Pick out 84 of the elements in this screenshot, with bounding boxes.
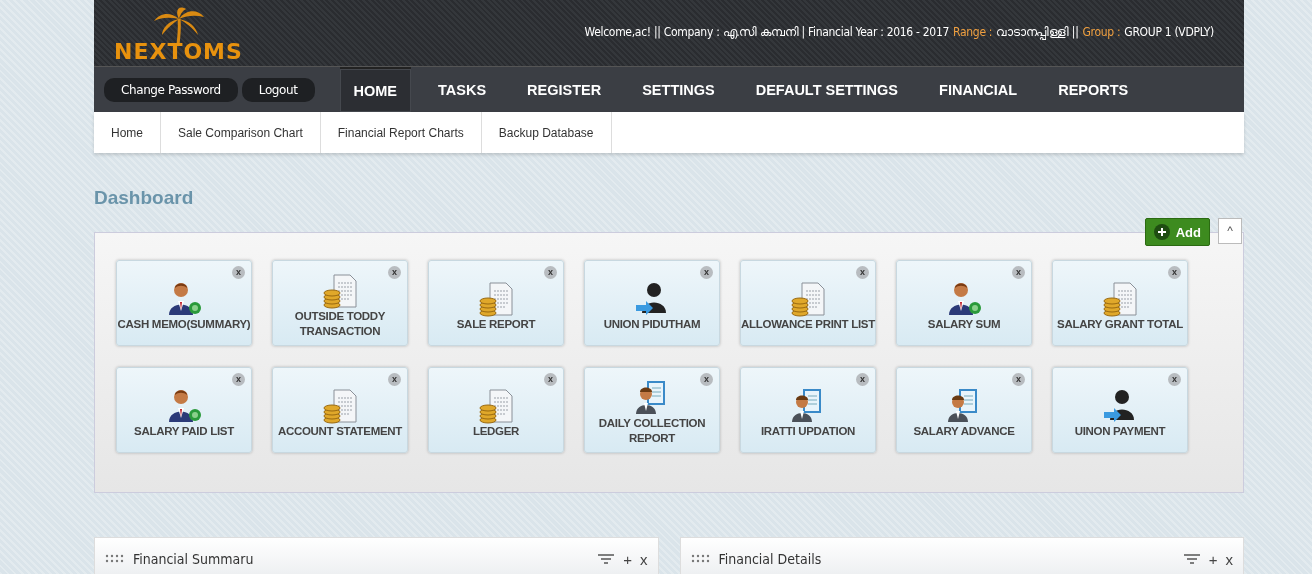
document-coins-icon [790,280,826,317]
expand-button[interactable]: + [1208,550,1218,568]
document-coins-icon [478,280,514,317]
close-button[interactable]: x [232,373,245,386]
tile-label: UINON PAYMENT [1074,423,1166,439]
dashboard-tile[interactable]: x SALE REPORT [428,260,564,346]
collapse-button[interactable]: ^ [1218,218,1242,244]
nav-tab[interactable]: REPORTS [1044,67,1143,112]
tile-label: ACCOUNT STATEMENT [277,423,403,439]
page-title: Dashboard [94,187,195,210]
tile-label: SALARY GRANT TOTAL [1057,316,1183,332]
dashboard-tile[interactable]: x SALARY ADVANCE [896,367,1032,453]
dashboard-tile[interactable]: x SALARY GRANT TOTAL [1052,260,1188,346]
drag-handle-icon [105,554,125,564]
close-button[interactable]: x [700,373,713,386]
nav-tab[interactable]: DEFAULT SETTINGS [741,67,913,112]
expand-button[interactable]: + [623,550,632,568]
tile-label: IRATTI UPDATION [760,423,856,439]
nav-tab[interactable]: REGISTER [513,67,616,112]
dashboard-tile[interactable]: x ALLOWANCE PRINT LIST [740,260,876,346]
document-coins-icon [478,387,514,424]
plus-icon [1153,224,1170,240]
close-button[interactable]: x [1225,550,1233,568]
dashboard-tile[interactable]: x UNION PIDUTHAM [584,260,720,346]
dashboard-tile[interactable]: x OUTSIDE TODDY TRANSACTION [272,260,408,346]
tile-label: CASH MEMO(SUMMARY) [117,316,251,332]
info-label: Range : [953,25,993,39]
close-button[interactable]: x [1012,373,1025,386]
tile-label: SALARY ADVANCE [913,423,1015,439]
document-coins-icon [322,273,358,309]
document-coins-icon [322,387,358,424]
tile-label: UNION PIDUTHAM [603,316,701,332]
tile-label: ALLOWANCE PRINT LIST [741,316,875,332]
person-money-icon [946,280,982,317]
dashboard-tile[interactable]: x LEDGER [428,367,564,453]
tile-label: OUTSIDE TODDY TRANSACTION [293,309,387,339]
subnav-link[interactable]: Financial Report Charts [320,112,482,153]
close-button[interactable]: x [232,266,245,279]
close-button[interactable]: x [1168,373,1181,386]
nav-tab[interactable]: TASKS [424,67,501,112]
widget-title: Financial Summaru [133,551,254,567]
dashboard-tile[interactable]: x ACCOUNT STATEMENT [272,367,408,453]
document-coins-icon [1102,280,1138,317]
subnav-link[interactable]: Sale Comparison Chart [161,112,321,153]
close-button[interactable]: x [388,266,401,279]
dashboard-tile[interactable]: x SALARY SUM [896,260,1032,346]
info-label: Group : [1082,25,1121,39]
tile-label: LEDGER [472,423,520,439]
logo-text: NEXTOMS [114,38,243,64]
info-text: വാടാനപ്പിള്ളി || [996,25,1079,39]
nav-tab[interactable]: HOME [339,67,411,112]
dashboard-tile[interactable]: x SALARY PAID LIST [116,367,252,453]
tile-label: DAILY COLLECTION REPORT [597,416,707,446]
dashboard-tile[interactable]: x CASH MEMO(SUMMARY) [116,260,252,346]
nav-tab[interactable]: FINANCIAL [925,67,1032,112]
account-button[interactable]: Logout [241,77,315,102]
close-button[interactable]: x [856,266,869,279]
close-button[interactable]: x [544,373,557,386]
dashboard-tile[interactable]: x DAILY COLLECTION REPORT [584,367,720,453]
close-button[interactable]: x [1168,266,1181,279]
person-money-icon [166,280,202,317]
account-button[interactable]: Change Password [104,77,238,102]
close-button[interactable]: x [388,373,401,386]
drag-handle-icon [690,554,711,564]
close-button[interactable]: x [856,373,869,386]
tile-label: SALARY PAID LIST [134,423,234,439]
close-button[interactable]: x [1012,266,1025,279]
widget-title: Financial Details [718,551,822,567]
filter-icon[interactable] [1182,553,1201,565]
dashboard-tile[interactable]: x UINON PAYMENT [1052,367,1188,453]
subnav-link[interactable]: Home [94,112,161,153]
info-text: Welcome,ac! || Company : എ.സി കമ്പനി | Financial Year : 2016 - 2017 [584,25,950,39]
filter-icon[interactable] [597,553,616,565]
close-button[interactable]: x [544,266,557,279]
close-button[interactable]: x [640,550,648,568]
info-text: GROUP 1 (VDPLY) [1124,25,1214,39]
dashboard-tile[interactable]: x IRATTI UPDATION [740,367,876,453]
subnav-link[interactable]: Backup Database [481,112,612,153]
close-button[interactable]: x [700,266,713,279]
tile-label: SALARY SUM [927,316,1001,332]
tile-label: SALE REPORT [456,316,536,332]
person-money-icon [166,387,202,424]
add-button[interactable]: Add [1144,218,1210,246]
nav-tab[interactable]: SETTINGS [628,67,729,112]
